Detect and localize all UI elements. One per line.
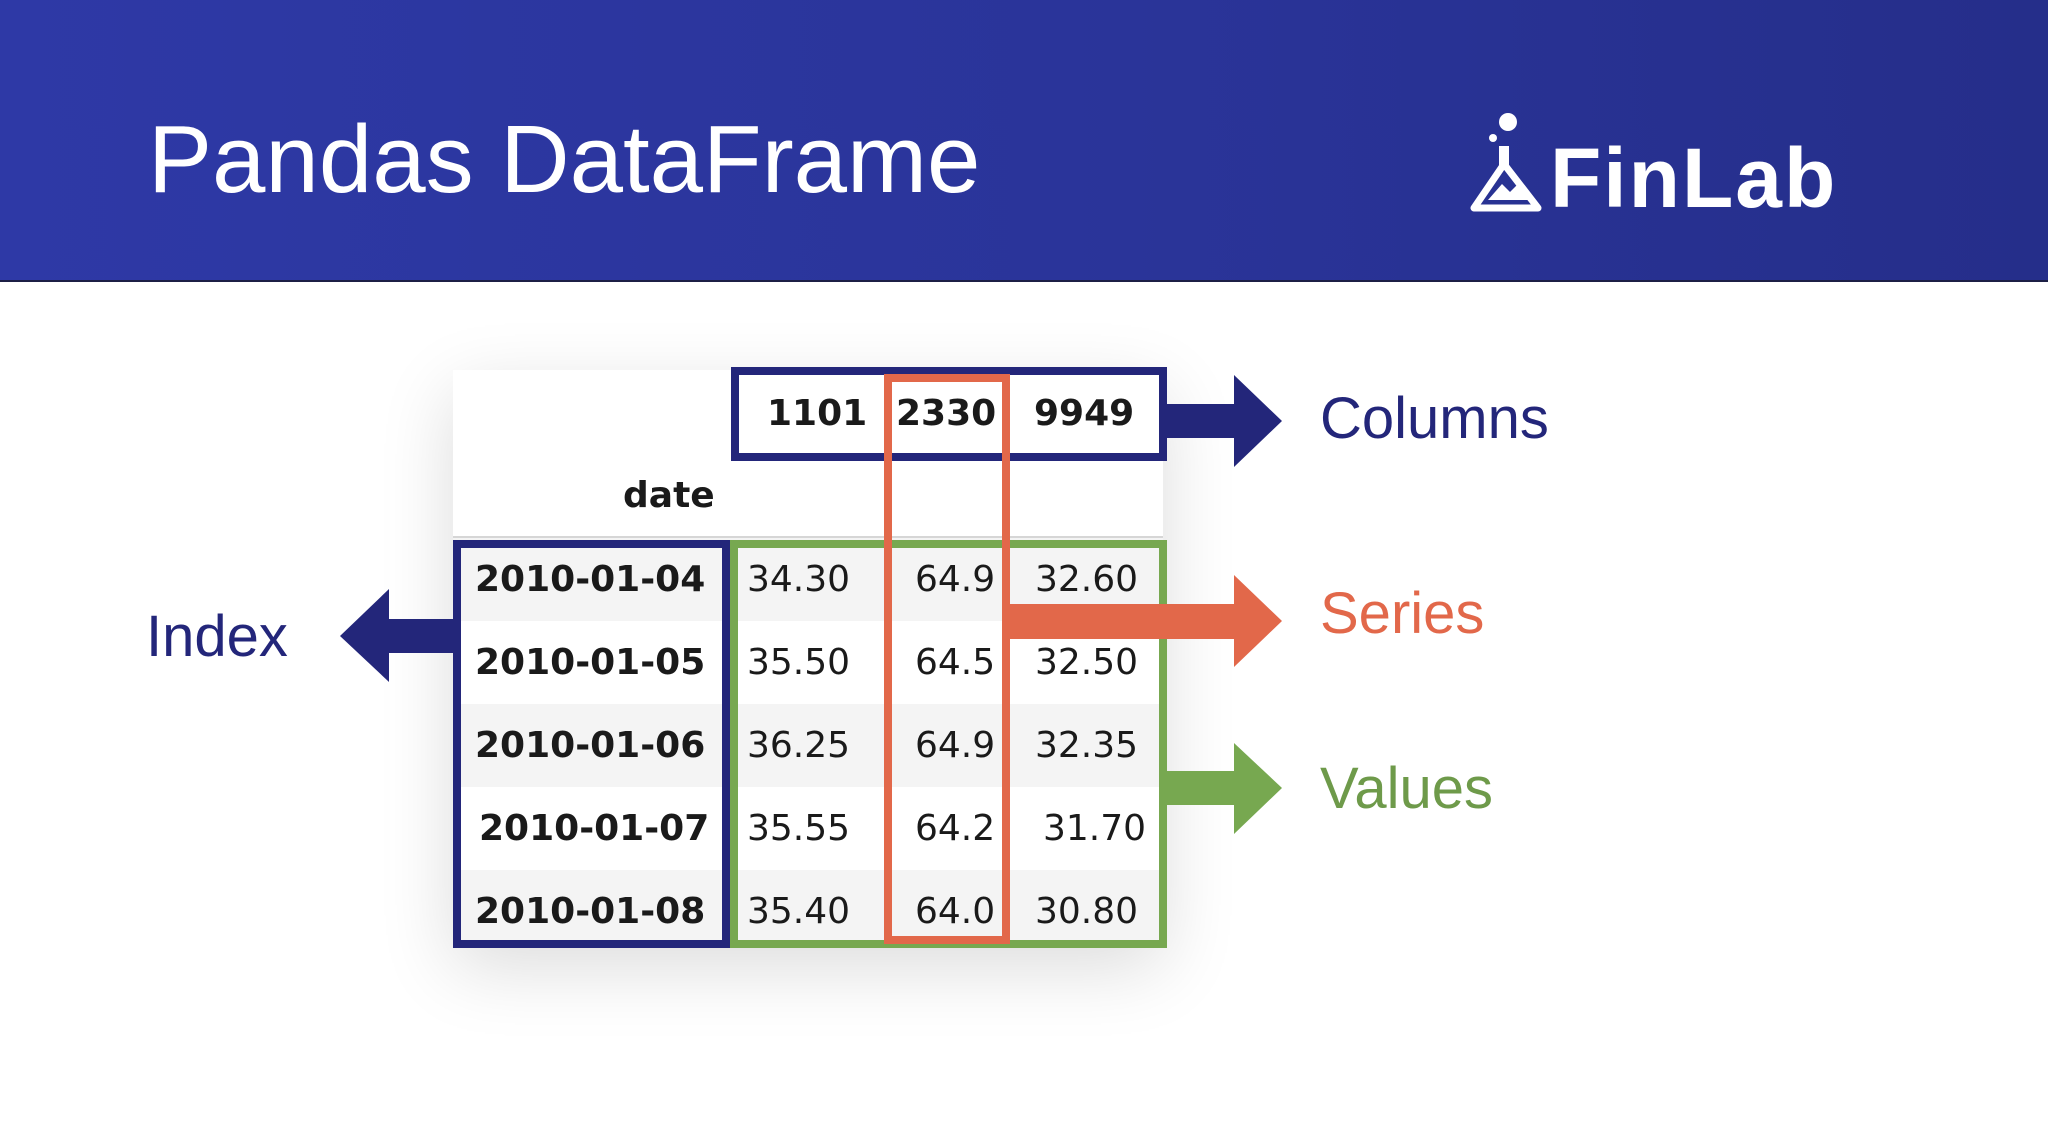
values-label: Values: [1320, 756, 1494, 821]
columns-arrow: [1167, 375, 1282, 467]
series-arrow: [1008, 575, 1282, 667]
series-label: Series: [1320, 581, 1485, 646]
index-label-annotation: Index: [146, 604, 288, 669]
annotation-arrows: [340, 375, 1282, 834]
columns-label: Columns: [1320, 386, 1549, 451]
values-arrow: [1167, 743, 1282, 834]
index-arrow: [340, 589, 457, 682]
